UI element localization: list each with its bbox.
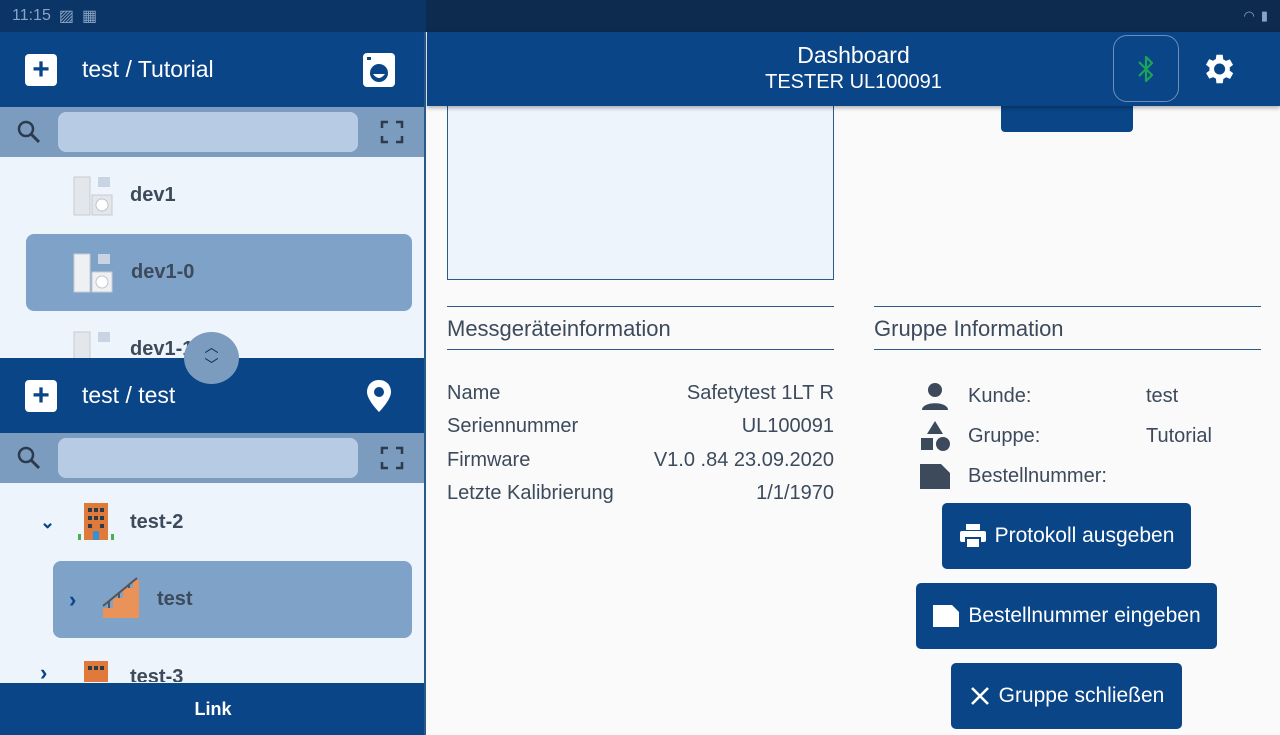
link-button[interactable]: Link	[0, 683, 424, 735]
info-row-firmware: Firmware V1.0 .84 23.09.2020	[447, 449, 834, 472]
search-icon	[17, 120, 41, 144]
info-value: V1.0 .84 23.09.2020	[653, 449, 834, 471]
location-pin-icon[interactable]	[362, 378, 396, 414]
panel-header-tutorial: + test / Tutorial	[0, 32, 424, 107]
tree-item-label: dev1	[130, 183, 176, 206]
appliance-icon	[73, 331, 110, 358]
info-label: Letzte Kalibrierung	[447, 482, 614, 504]
enter-order-number-button[interactable]: Bestellnummer eingeben	[916, 583, 1217, 649]
search-input[interactable]	[58, 112, 358, 152]
info-row-serial: Seriennummer UL100091	[447, 415, 834, 438]
printer-icon	[959, 524, 986, 549]
tree-item-label: dev1-0	[131, 261, 195, 283]
note-icon	[917, 460, 953, 492]
panel-resize-toggle[interactable]: ︿ ﹀	[184, 332, 239, 384]
close-group-label: Gruppe schließen	[998, 684, 1165, 707]
search-input[interactable]	[58, 438, 358, 478]
sidebar: + test / Tutorial dev1 dev1-0 dev1-1 ︿ ﹀…	[0, 32, 426, 735]
building-icon	[84, 661, 108, 682]
search-bar-tutorial	[0, 107, 424, 157]
print-protocol-label: Protokoll ausgeben	[994, 524, 1175, 547]
group-label: Kunde:	[968, 384, 1032, 407]
settings-gear-icon[interactable]	[1199, 50, 1237, 88]
tree-item-label: test	[157, 588, 193, 610]
image-notification-icon: ▨	[58, 8, 74, 25]
close-group-button[interactable]: Gruppe schließen	[951, 663, 1182, 729]
chevron-down-icon: ﹀	[204, 357, 219, 373]
group-row-group: Gruppe: Tutorial	[917, 420, 1212, 452]
info-label: Name	[447, 382, 501, 404]
bluetooth-button[interactable]	[1113, 35, 1179, 102]
panel-title: test / test	[82, 382, 176, 408]
device-image-area	[447, 106, 834, 280]
panel-title: test / Tutorial	[82, 56, 214, 82]
shapes-icon	[917, 420, 953, 452]
group-row-order-number: Bestellnummer:	[917, 460, 1146, 492]
fullscreen-icon[interactable]	[380, 446, 404, 470]
chevron-right-icon[interactable]: ›	[40, 660, 47, 682]
wifi-icon: ◠	[1243, 8, 1255, 23]
tree-item-test-3[interactable]: › test-3	[26, 652, 412, 682]
search-icon	[17, 446, 41, 470]
group-value: test	[1146, 384, 1179, 407]
tree-item-test-2[interactable]: ⌄ test-2	[26, 492, 412, 552]
partially-hidden-button[interactable]	[1001, 102, 1133, 132]
info-row-calibration: Letzte Kalibrierung 1/1/1970	[447, 482, 834, 505]
info-value: Safetytest 1LT R	[686, 382, 834, 404]
group-value: Tutorial	[1146, 424, 1212, 447]
group-label: Bestellnummer:	[968, 464, 1107, 487]
status-time: 11:15	[12, 7, 51, 24]
chevron-right-icon[interactable]: ›	[69, 587, 76, 613]
group-row-customer: Kunde: test	[917, 380, 1178, 412]
group-label: Gruppe:	[968, 424, 1041, 447]
fullscreen-icon[interactable]	[380, 120, 404, 144]
appliance-icon	[73, 253, 113, 293]
print-protocol-button[interactable]: Protokoll ausgeben	[942, 503, 1191, 569]
group-info-title: Gruppe Information	[874, 306, 1261, 350]
app-bar: Dashboard TESTER UL100091	[427, 32, 1280, 106]
note-icon	[933, 605, 960, 627]
info-row-name: Name Safetytest 1LT R	[447, 382, 834, 405]
battery-icon: ▮	[1260, 8, 1268, 23]
bluetooth-icon	[1138, 55, 1154, 82]
tree-item-label: test-2	[130, 510, 184, 533]
washing-machine-icon[interactable]	[362, 52, 396, 88]
tree-item-test[interactable]: › test	[53, 561, 412, 638]
search-bar-test	[0, 433, 424, 483]
close-icon	[970, 687, 989, 705]
dashboard-content: Messgeräteinformation Gruppe Information…	[427, 102, 1280, 735]
tree-item-dev1-0[interactable]: dev1-0	[26, 234, 412, 311]
enter-order-number-label: Bestellnummer eingeben	[968, 604, 1201, 627]
person-icon	[917, 380, 953, 412]
tree-item-label: test-3	[130, 666, 184, 682]
add-button[interactable]: +	[25, 53, 57, 86]
tree-item-dev1[interactable]: dev1	[26, 162, 412, 228]
appliance-icon	[73, 176, 113, 216]
chevron-up-icon: ︿	[204, 339, 219, 355]
chevron-down-icon[interactable]: ⌄	[40, 512, 55, 533]
stairs-icon	[102, 577, 139, 618]
add-button[interactable]: +	[25, 379, 57, 412]
apps-notification-icon: ▦	[81, 8, 98, 25]
device-info-title: Messgeräteinformation	[447, 306, 834, 350]
building-icon	[78, 503, 114, 540]
info-value: 1/1/1970	[756, 482, 834, 504]
info-value: UL100091	[741, 415, 834, 437]
info-label: Seriennummer	[447, 415, 579, 437]
info-label: Firmware	[447, 449, 531, 471]
status-bar: 11:15 ▨ ▦ ◠ ▮	[0, 0, 1280, 32]
